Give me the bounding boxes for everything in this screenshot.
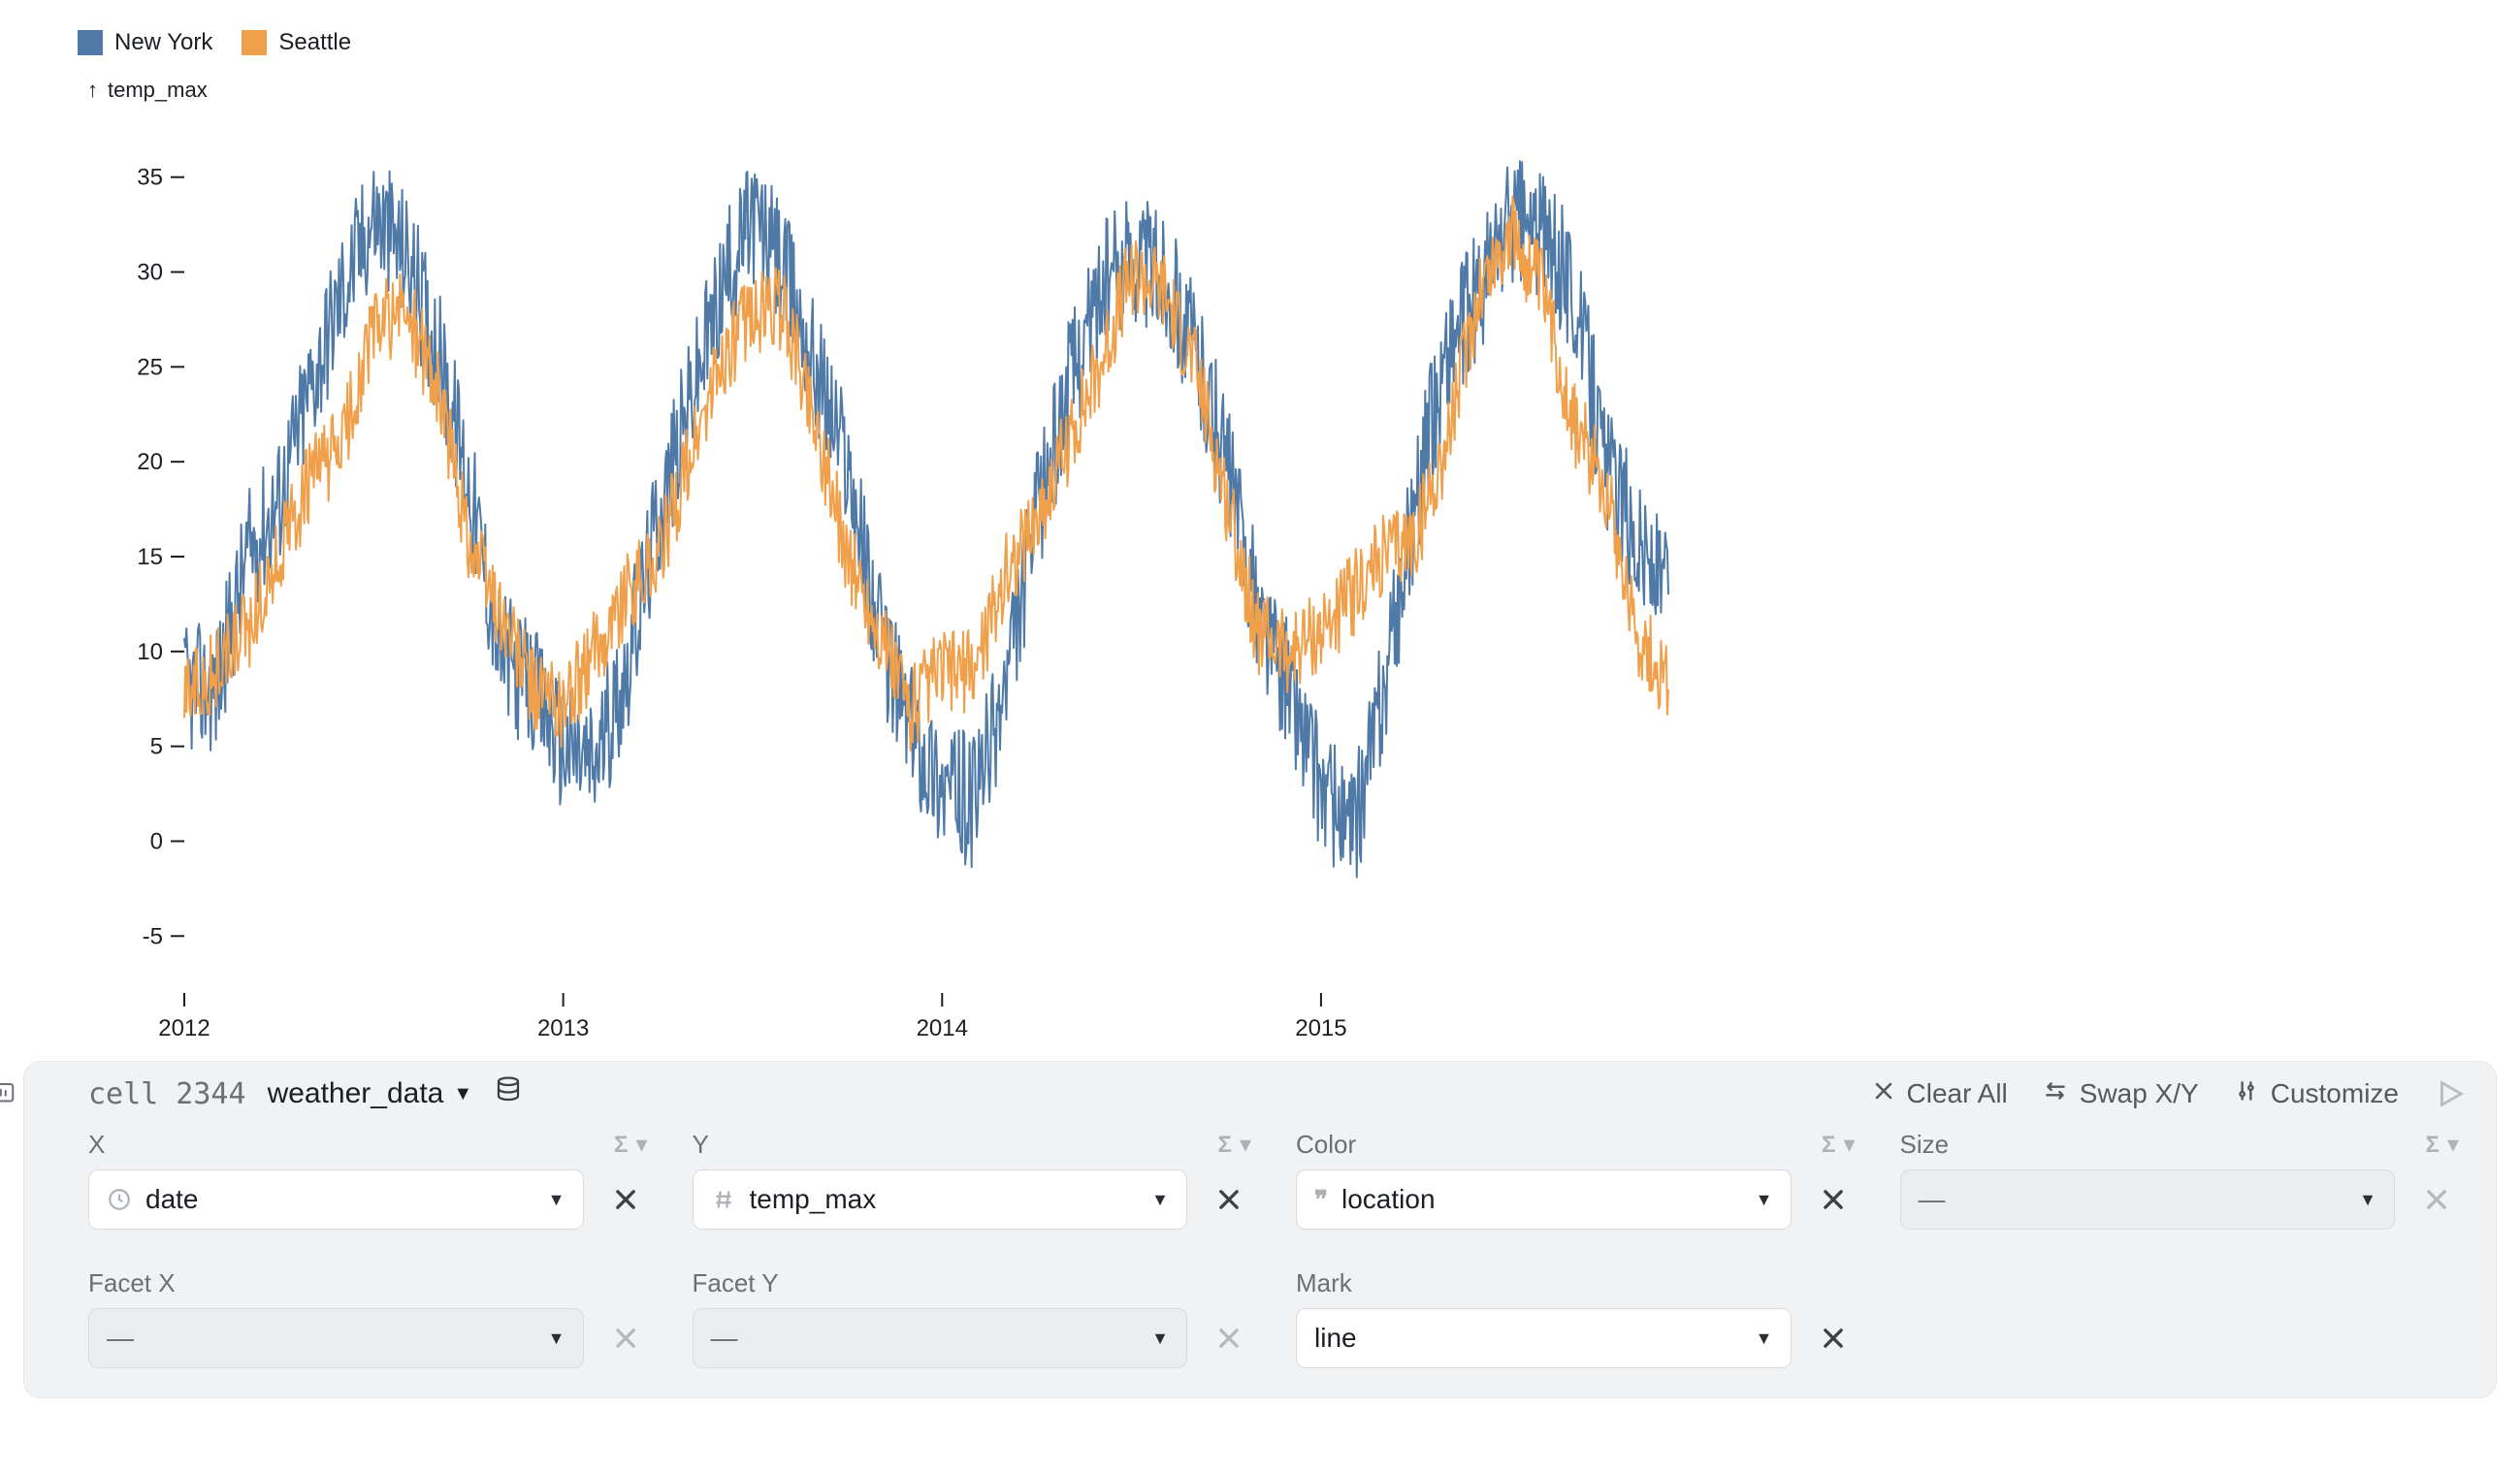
swap-icon [2043,1078,2068,1110]
chevron-down-icon: ▾ [1240,1131,1251,1159]
chevron-down-icon: ▼ [1151,1328,1169,1349]
chevron-down-icon: ▾ [2447,1131,2459,1159]
line-chart: -5 0 5 10 15 20 25 30 35 2012 2013 2014 2015 [58,111,1688,1061]
arrow-up-icon: ↑ [87,78,98,103]
quote-icon: ❞ [1314,1185,1328,1215]
y-select[interactable]: temp_max ▼ [693,1169,1188,1230]
hash-icon [711,1187,736,1212]
svg-text:30: 30 [137,260,163,286]
database-icon[interactable] [494,1075,523,1112]
field-label: Size [1900,1130,1950,1160]
legend-swatch-seattle [242,30,267,55]
facet-x-select[interactable]: — ▼ [88,1308,584,1368]
field-label: Facet X [88,1268,176,1298]
chevron-down-icon: ▼ [548,1328,565,1349]
color-value: location [1341,1184,1436,1215]
size-select[interactable]: — ▼ [1900,1169,2396,1230]
svg-text:0: 0 [150,828,163,854]
clear-mark-button[interactable] [1803,1308,1863,1368]
svg-text:25: 25 [137,354,163,380]
chevron-down-icon: ▼ [1756,1190,1773,1210]
field-x: X Σ▾ date ▼ [88,1130,656,1230]
svg-text:5: 5 [150,734,163,760]
chevron-down-icon: ▼ [453,1083,472,1105]
legend-label: New York [114,29,212,56]
swap-xy-button[interactable]: Swap X/Y [2043,1078,2199,1110]
field-label: Y [693,1130,709,1160]
chevron-down-icon: ▼ [1756,1328,1773,1349]
clear-all-label: Clear All [1907,1078,2008,1109]
field-label: Facet Y [693,1268,779,1298]
field-mark: Mark line ▼ [1296,1268,1863,1368]
svg-text:20: 20 [137,449,163,475]
field-label: Color [1296,1130,1356,1160]
svg-text:10: 10 [137,639,163,665]
chevron-down-icon: ▼ [2359,1190,2376,1210]
customize-button[interactable]: Customize [2234,1078,2399,1110]
field-y: Y Σ▾ temp_max ▼ [693,1130,1260,1230]
y-axis-label: temp_max [108,78,208,103]
aggregate-toggle[interactable]: Σ▾ [614,1131,647,1159]
facet-x-value: — [107,1323,134,1354]
field-facet-y: Facet Y — ▼ [693,1268,1260,1368]
clear-facet-x-button[interactable] [596,1308,656,1368]
aggregate-toggle[interactable]: Σ▾ [2426,1131,2459,1159]
dataset-name: weather_data [268,1077,444,1110]
chevron-down-icon: ▾ [1843,1131,1855,1159]
field-size: Size Σ▾ — ▼ [1900,1130,2468,1230]
size-value: — [1919,1184,1946,1215]
customize-label: Customize [2271,1078,2399,1109]
field-label: Mark [1296,1268,1352,1298]
color-select[interactable]: ❞ location ▼ [1296,1169,1792,1230]
run-button[interactable] [2434,1077,2467,1110]
x-select[interactable]: date ▼ [88,1169,584,1230]
svg-text:-5: -5 [143,923,163,949]
chart-config-panel: cell 2344 weather_data ▼ Clear All [23,1061,2497,1398]
aggregate-toggle[interactable]: Σ▾ [1218,1131,1251,1159]
legend-label: Seattle [278,29,351,56]
legend-swatch-ny [78,30,103,55]
legend-item: New York [78,29,212,56]
mark-value: line [1314,1323,1357,1354]
clear-facet-y-button[interactable] [1199,1308,1259,1368]
clock-icon [107,1187,132,1212]
field-label: X [88,1130,105,1160]
svg-text:35: 35 [137,165,163,191]
facet-y-value: — [711,1323,738,1354]
chevron-down-icon: ▼ [548,1190,565,1210]
svg-text:2013: 2013 [537,1015,589,1041]
facet-y-select[interactable]: — ▼ [693,1308,1188,1368]
cell-id: cell 2344 [88,1077,246,1111]
clear-all-button[interactable]: Clear All [1872,1078,2008,1109]
legend-item: Seattle [242,29,351,56]
dataset-select[interactable]: weather_data ▼ [268,1077,473,1110]
sliders-icon [2234,1078,2259,1110]
chevron-down-icon: ▼ [1151,1190,1169,1210]
chart-cell-icon [0,1079,16,1113]
clear-color-button[interactable] [1803,1169,1863,1230]
field-facet-x: Facet X — ▼ [88,1268,656,1368]
close-icon [1872,1078,1895,1109]
chart-legend: New York Seattle [78,29,2462,56]
y-axis-title: ↑ temp_max [87,78,2462,103]
field-color: Color Σ▾ ❞ location ▼ [1296,1130,1863,1230]
clear-y-button[interactable] [1199,1169,1259,1230]
mark-select[interactable]: line ▼ [1296,1308,1792,1368]
x-value: date [145,1184,199,1215]
y-value: temp_max [750,1184,877,1215]
svg-text:2014: 2014 [917,1015,968,1041]
svg-text:2012: 2012 [158,1015,210,1041]
aggregate-toggle[interactable]: Σ▾ [1822,1131,1855,1159]
swap-xy-label: Swap X/Y [2080,1078,2199,1109]
svg-text:15: 15 [137,544,163,570]
clear-x-button[interactable] [596,1169,656,1230]
chevron-down-icon: ▾ [635,1131,647,1159]
clear-size-button[interactable] [2407,1169,2467,1230]
svg-text:2015: 2015 [1295,1015,1346,1041]
